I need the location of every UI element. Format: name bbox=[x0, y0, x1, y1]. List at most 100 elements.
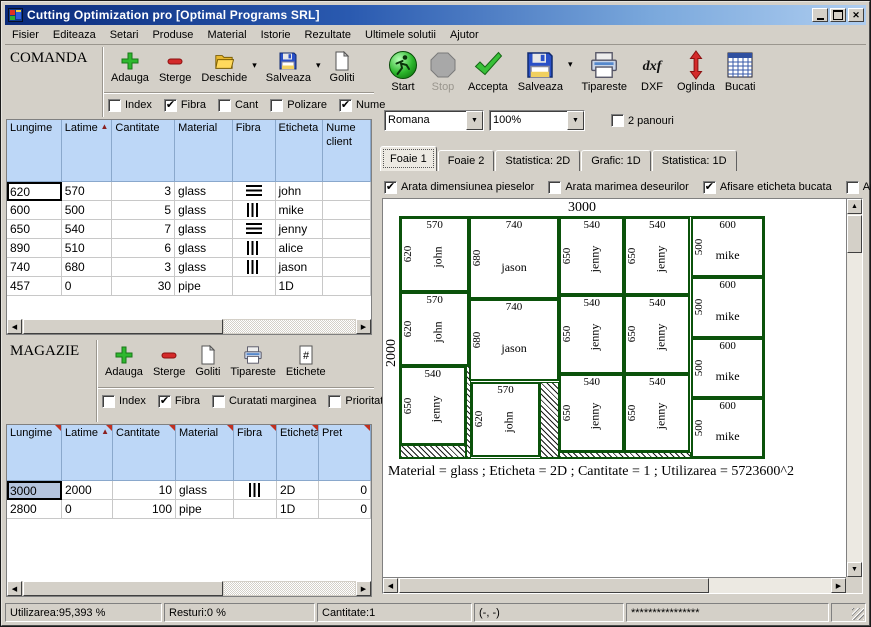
magazie-cell-lungime[interactable]: 2800 bbox=[7, 500, 62, 519]
magazie-cell-cantitate[interactable]: 10 bbox=[113, 481, 176, 500]
scroll-up-icon[interactable] bbox=[847, 199, 862, 214]
comanda-cell-nume[interactable] bbox=[323, 220, 371, 239]
dropdown-arrow-icon[interactable]: ▾ bbox=[568, 59, 573, 70]
piece-john[interactable]: 570620john bbox=[471, 382, 540, 457]
piece-jason[interactable]: 740680jason bbox=[469, 217, 559, 299]
menu-item-produse[interactable]: Produse bbox=[145, 27, 200, 43]
comanda-header-latime[interactable]: Latime▲ bbox=[62, 120, 113, 182]
adauga-button[interactable]: Adauga bbox=[106, 48, 154, 92]
comanda-header-nume-client[interactable]: Nume client bbox=[323, 120, 371, 182]
menu-item-editeaza[interactable]: Editeaza bbox=[46, 27, 103, 43]
scroll-left-icon[interactable] bbox=[7, 581, 22, 596]
comanda-cell-lungime[interactable]: 740 bbox=[7, 258, 62, 277]
menu-item-rezultate[interactable]: Rezultate bbox=[298, 27, 358, 43]
scroll-left-icon[interactable] bbox=[383, 578, 398, 593]
piece-jenny[interactable]: 540650jenny bbox=[400, 366, 466, 444]
checkbox-prioritate[interactable]: Prioritate bbox=[328, 395, 389, 408]
checked-checkbox-icon[interactable]: ✔ bbox=[703, 181, 716, 194]
checked-checkbox-icon[interactable]: ✔ bbox=[384, 181, 397, 194]
piece-jenny[interactable]: 540650jenny bbox=[624, 295, 690, 373]
comanda-hscrollbar[interactable] bbox=[7, 318, 371, 334]
piece-mike[interactable]: 600500mike bbox=[691, 338, 764, 398]
scroll-left-icon[interactable] bbox=[7, 319, 22, 334]
comanda-cell-cantitate[interactable]: 7 bbox=[112, 220, 175, 239]
comanda-cell-cantitate[interactable]: 3 bbox=[112, 182, 175, 201]
comanda-cell-lungime[interactable]: 620 bbox=[7, 182, 62, 201]
comanda-row[interactable]: 7406803glassjason bbox=[7, 258, 371, 277]
salveaza-button[interactable]: Salveaza bbox=[513, 47, 568, 103]
checkbox-arata[interactable]: Arata bbox=[846, 181, 871, 194]
checkbox-index[interactable]: Index bbox=[108, 99, 152, 112]
scroll-right-icon[interactable] bbox=[356, 319, 371, 334]
comanda-header-fibra[interactable]: Fibra bbox=[233, 120, 276, 182]
checkbox-cant[interactable]: Cant bbox=[218, 99, 258, 112]
checkbox-fibra[interactable]: ✔Fibra bbox=[158, 395, 200, 408]
scroll-down-icon[interactable] bbox=[847, 562, 862, 577]
chevron-down-icon[interactable] bbox=[466, 111, 483, 130]
comanda-cell-eticheta[interactable]: alice bbox=[276, 239, 324, 258]
checkbox-arata-dimensiunea-pieselor[interactable]: ✔Arata dimensiunea pieselor bbox=[384, 181, 534, 194]
magazie-cell-pret[interactable]: 0 bbox=[319, 481, 371, 500]
chevron-down-icon[interactable] bbox=[567, 111, 584, 130]
stop-button[interactable]: Stop bbox=[423, 47, 463, 103]
menu-item-fisier[interactable]: Fisier bbox=[5, 27, 46, 43]
piece-mike[interactable]: 600500mike bbox=[691, 217, 764, 277]
accepta-button[interactable]: Accepta bbox=[463, 47, 513, 103]
scrollbar-thumb[interactable] bbox=[399, 578, 709, 593]
scrollbar-track[interactable] bbox=[224, 582, 355, 595]
magazie-cell-fibra[interactable] bbox=[234, 500, 277, 519]
sterge-button[interactable]: Sterge bbox=[154, 48, 196, 92]
piece-jason[interactable]: 740680jason bbox=[469, 299, 559, 381]
menu-item-material[interactable]: Material bbox=[200, 27, 253, 43]
checkbox-arata-marimea-deseurilor[interactable]: Arata marimea deseurilor bbox=[548, 181, 689, 194]
comanda-header-eticheta[interactable]: Eticheta bbox=[276, 120, 324, 182]
checkbox-fibra[interactable]: ✔Fibra bbox=[164, 99, 206, 112]
comanda-cell-material[interactable]: glass bbox=[175, 258, 233, 277]
etichete-button[interactable]: #Etichete bbox=[281, 342, 331, 386]
piece-mike[interactable]: 600500mike bbox=[691, 277, 764, 337]
comanda-cell-latime[interactable]: 0 bbox=[62, 277, 113, 296]
menu-item-istorie[interactable]: Istorie bbox=[254, 27, 298, 43]
scrollbar-thumb[interactable] bbox=[23, 581, 223, 596]
goliti-button[interactable]: Goliti bbox=[325, 48, 360, 92]
deschide-button[interactable]: Deschide bbox=[196, 48, 252, 92]
comanda-cell-cantitate[interactable]: 30 bbox=[112, 277, 175, 296]
comanda-cell-latime[interactable]: 570 bbox=[62, 182, 113, 201]
magazie-cell-eticheta[interactable]: 2D bbox=[277, 481, 319, 500]
comanda-cell-latime[interactable]: 500 bbox=[62, 201, 113, 220]
title-bar[interactable]: Cutting Optimization pro [Optimal Progra… bbox=[5, 5, 866, 25]
checked-checkbox-icon[interactable]: ✔ bbox=[158, 395, 171, 408]
magazie-header-material[interactable]: Material bbox=[176, 425, 234, 481]
comanda-cell-nume[interactable] bbox=[323, 239, 371, 258]
scrollbar-thumb[interactable] bbox=[847, 215, 862, 253]
magazie-header-pret[interactable]: Pret bbox=[319, 425, 371, 481]
comanda-cell-nume[interactable] bbox=[323, 277, 371, 296]
comanda-cell-fibra[interactable] bbox=[233, 182, 276, 201]
comanda-header-lungime[interactable]: Lungime bbox=[7, 120, 62, 182]
unchecked-checkbox-icon[interactable] bbox=[328, 395, 341, 408]
tipareste-button[interactable]: Tipareste bbox=[225, 342, 280, 386]
magazie-header-cantitate[interactable]: Cantitate bbox=[113, 425, 176, 481]
tipareste-button[interactable]: Tipareste bbox=[577, 47, 632, 103]
magazie-header-lungime[interactable]: Lungime bbox=[7, 425, 62, 481]
comanda-row[interactable]: 6505407glassjenny bbox=[7, 220, 371, 239]
piece-john[interactable]: 570620john bbox=[400, 292, 469, 367]
dxf-button[interactable]: dxfDXF bbox=[632, 47, 672, 103]
app-icon[interactable] bbox=[8, 8, 23, 22]
close-button[interactable] bbox=[848, 8, 864, 22]
magazie-cell-cantitate[interactable]: 100 bbox=[113, 500, 176, 519]
magazie-cell-eticheta[interactable]: 1D bbox=[277, 500, 319, 519]
comanda-cell-latime[interactable]: 680 bbox=[62, 258, 113, 277]
comanda-header-cantitate[interactable]: Cantitate bbox=[112, 120, 175, 182]
magazie-cell-material[interactable]: glass bbox=[176, 481, 234, 500]
checkbox-polizare[interactable]: Polizare bbox=[270, 99, 327, 112]
magazie-cell-pret[interactable]: 0 bbox=[319, 500, 371, 519]
tab-foaie-1[interactable]: Foaie 1 bbox=[380, 146, 437, 171]
goliti-button[interactable]: Goliti bbox=[190, 342, 225, 386]
unchecked-checkbox-icon[interactable] bbox=[218, 99, 231, 112]
comanda-cell-fibra[interactable] bbox=[233, 220, 276, 239]
piece-jenny[interactable]: 540650jenny bbox=[559, 374, 625, 452]
magazie-header-latime[interactable]: Latime▲ bbox=[62, 425, 113, 481]
checkbox-index[interactable]: Index bbox=[102, 395, 146, 408]
checkbox-afisare-eticheta-bucata[interactable]: ✔Afisare eticheta bucata bbox=[703, 181, 832, 194]
